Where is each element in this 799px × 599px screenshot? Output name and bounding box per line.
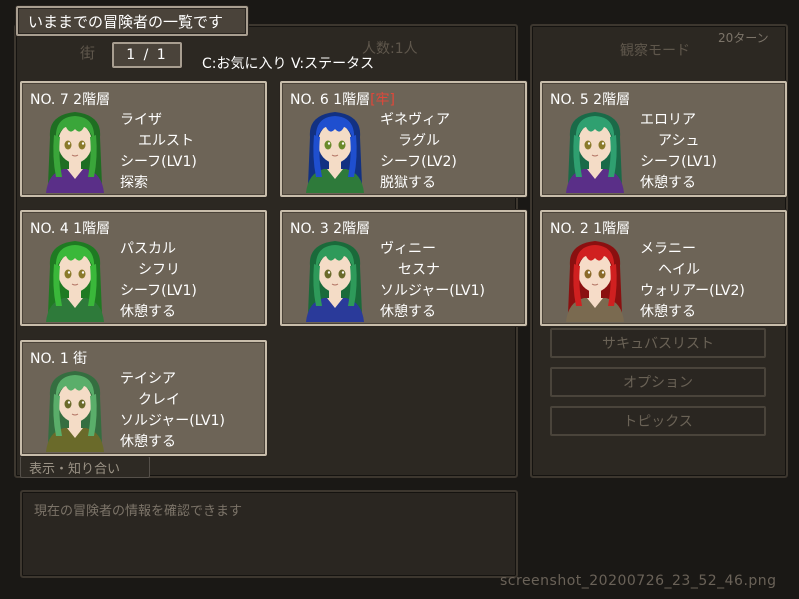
key-hint: C:お気に入り V:ステータス [202,56,375,72]
current-action: 休憩する [120,434,176,450]
character-portrait [46,371,104,452]
given-name: メラニー [640,241,696,257]
current-action: 休憩する [640,304,696,320]
card-header: NO. 7 2階層 [30,92,111,108]
character-portrait [306,241,364,322]
character-portrait [566,112,624,193]
family-name: アシュ [658,133,700,149]
status-message: 現在の冒険者の情報を確認できます [34,504,243,519]
adventurer-card[interactable]: NO. 4 1階層 パスカル シフリ シーフ(LV1) 休憩する [20,210,267,326]
display-acquaintance-tab[interactable]: 表示・知り合い [20,456,150,478]
topics-button[interactable]: トピックス [550,406,766,436]
given-name: ギネヴィア [380,112,450,128]
family-name: クレイ [138,392,180,408]
character-portrait [306,112,364,193]
window-title: いままでの冒険者の一覧です [16,6,248,36]
card-header: NO. 6 1階層 [290,92,371,108]
given-name: ライザ [120,112,162,128]
mode-label: 観察モード [620,43,690,59]
turn-counter: 20ターン [718,31,769,45]
card-header: NO. 5 2階層 [550,92,631,108]
family-name: セスナ [398,262,440,278]
current-action: 探索 [120,175,148,191]
card-header: NO. 2 1階層 [550,221,631,237]
adventurer-card[interactable]: NO. 1 街 テイシア クレイ ソルジャー(LV1) 休憩する [20,340,267,456]
screenshot-watermark: screenshot_20200726_23_52_46.png [500,573,777,589]
card-header: NO. 1 街 [30,351,88,367]
job-class: ソルジャー(LV1) [380,283,485,299]
family-name: シフリ [138,262,180,278]
job-class: ウォリアー(LV2) [640,283,745,299]
adventurer-card[interactable]: NO. 2 1階層 メラニー ヘイル ウォリアー(LV2) 休憩する [540,210,787,326]
card-header: NO. 3 2階層 [290,221,371,237]
given-name: エロリア [640,112,696,128]
town-label: 街 [80,44,96,62]
job-class: シーフ(LV1) [120,283,197,299]
job-class: シーフ(LV2) [380,154,457,170]
succubus-list-button[interactable]: サキュバスリスト [550,328,766,358]
family-name: ヘイル [658,262,700,278]
character-portrait [46,241,104,322]
adventurer-card[interactable]: NO. 5 2階層 エロリア アシュ シーフ(LV1) 休憩する [540,81,787,197]
card-header: NO. 4 1階層 [30,221,111,237]
current-action: 休憩する [120,304,176,320]
page-indicator[interactable]: 1 / 1 [112,42,182,68]
job-class: ソルジャー(LV1) [120,413,225,429]
options-button[interactable]: オプション [550,367,766,397]
given-name: テイシア [120,371,176,387]
jail-tag: [牢] [370,92,396,108]
current-action: 脱獄する [380,175,436,191]
family-name: ラグル [398,133,440,149]
adventurer-card[interactable]: NO. 6 1階層[牢] ギネヴィア ラグル シーフ(LV2) 脱獄する [280,81,527,197]
given-name: ヴィニー [380,241,436,257]
family-name: エルスト [138,133,194,149]
job-class: シーフ(LV1) [120,154,197,170]
adventurer-card[interactable]: NO. 7 2階層 ライザ エルスト シーフ(LV1) 探索 [20,81,267,197]
current-action: 休憩する [640,175,696,191]
job-class: シーフ(LV1) [640,154,717,170]
adventurer-card[interactable]: NO. 3 2階層 ヴィニー セスナ ソルジャー(LV1) 休憩する [280,210,527,326]
character-portrait [46,112,104,193]
given-name: パスカル [120,241,176,257]
character-portrait [566,241,624,322]
current-action: 休憩する [380,304,436,320]
